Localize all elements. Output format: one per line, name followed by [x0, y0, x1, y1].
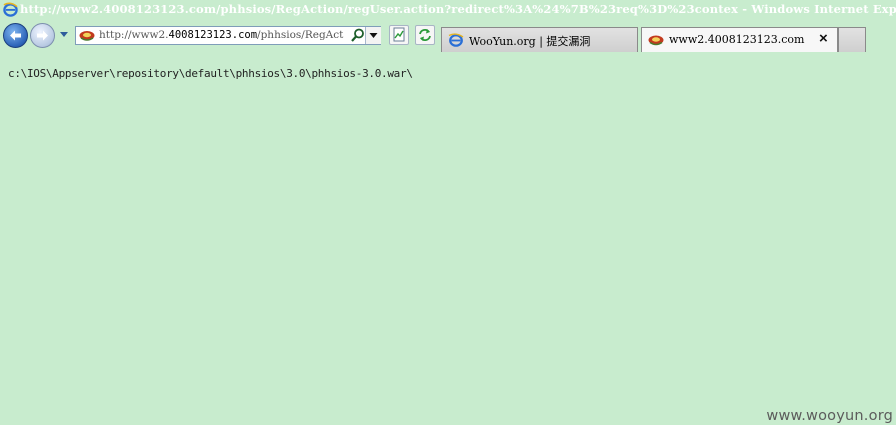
recent-pages-dropdown-icon[interactable] — [59, 31, 69, 39]
address-text[interactable]: http://www2.4008123123.com/phhsios/RegAc… — [99, 29, 343, 41]
back-arrow-icon — [10, 30, 21, 41]
page-content: c:\IOS\Appserver\repository\default\phhs… — [0, 53, 896, 425]
window-title: http://www2.4008123123.com/phhsios/RegAc… — [20, 2, 896, 16]
ie-logo-icon — [3, 2, 18, 17]
chevron-down-icon — [369, 33, 378, 38]
tab-active-site[interactable]: www2.4008123123.com × — [641, 27, 838, 52]
window-titlebar: http://www2.4008123123.com/phhsios/RegAc… — [0, 0, 896, 19]
refresh-button[interactable] — [415, 25, 435, 45]
site-favicon-icon — [79, 31, 95, 41]
refresh-icon — [419, 29, 431, 41]
address-dropdown-button[interactable] — [365, 27, 381, 44]
page-body-text: c:\IOS\Appserver\repository\default\phhs… — [8, 67, 413, 80]
tab-label: WooYun.org | 提交漏洞 — [469, 35, 591, 48]
tab-label: www2.4008123123.com — [669, 33, 805, 46]
watermark: www.wooyun.org — [766, 408, 893, 424]
site-favicon-icon — [648, 35, 664, 46]
forward-arrow-icon — [37, 30, 48, 41]
search-icon[interactable] — [351, 28, 365, 43]
ie-icon — [448, 33, 464, 47]
tab-wooyun[interactable]: WooYun.org | 提交漏洞 — [441, 27, 638, 52]
new-tab-button[interactable] — [838, 27, 866, 52]
navigation-toolbar: http://www2.4008123123.com/phhsios/RegAc… — [0, 19, 896, 53]
address-bar[interactable]: http://www2.4008123123.com/phhsios/RegAc… — [75, 26, 381, 45]
back-button[interactable] — [3, 23, 28, 48]
compatibility-view-button[interactable] — [389, 25, 409, 45]
close-icon[interactable]: × — [819, 30, 828, 47]
compatibility-view-icon — [393, 27, 405, 42]
forward-button[interactable] — [30, 23, 55, 48]
